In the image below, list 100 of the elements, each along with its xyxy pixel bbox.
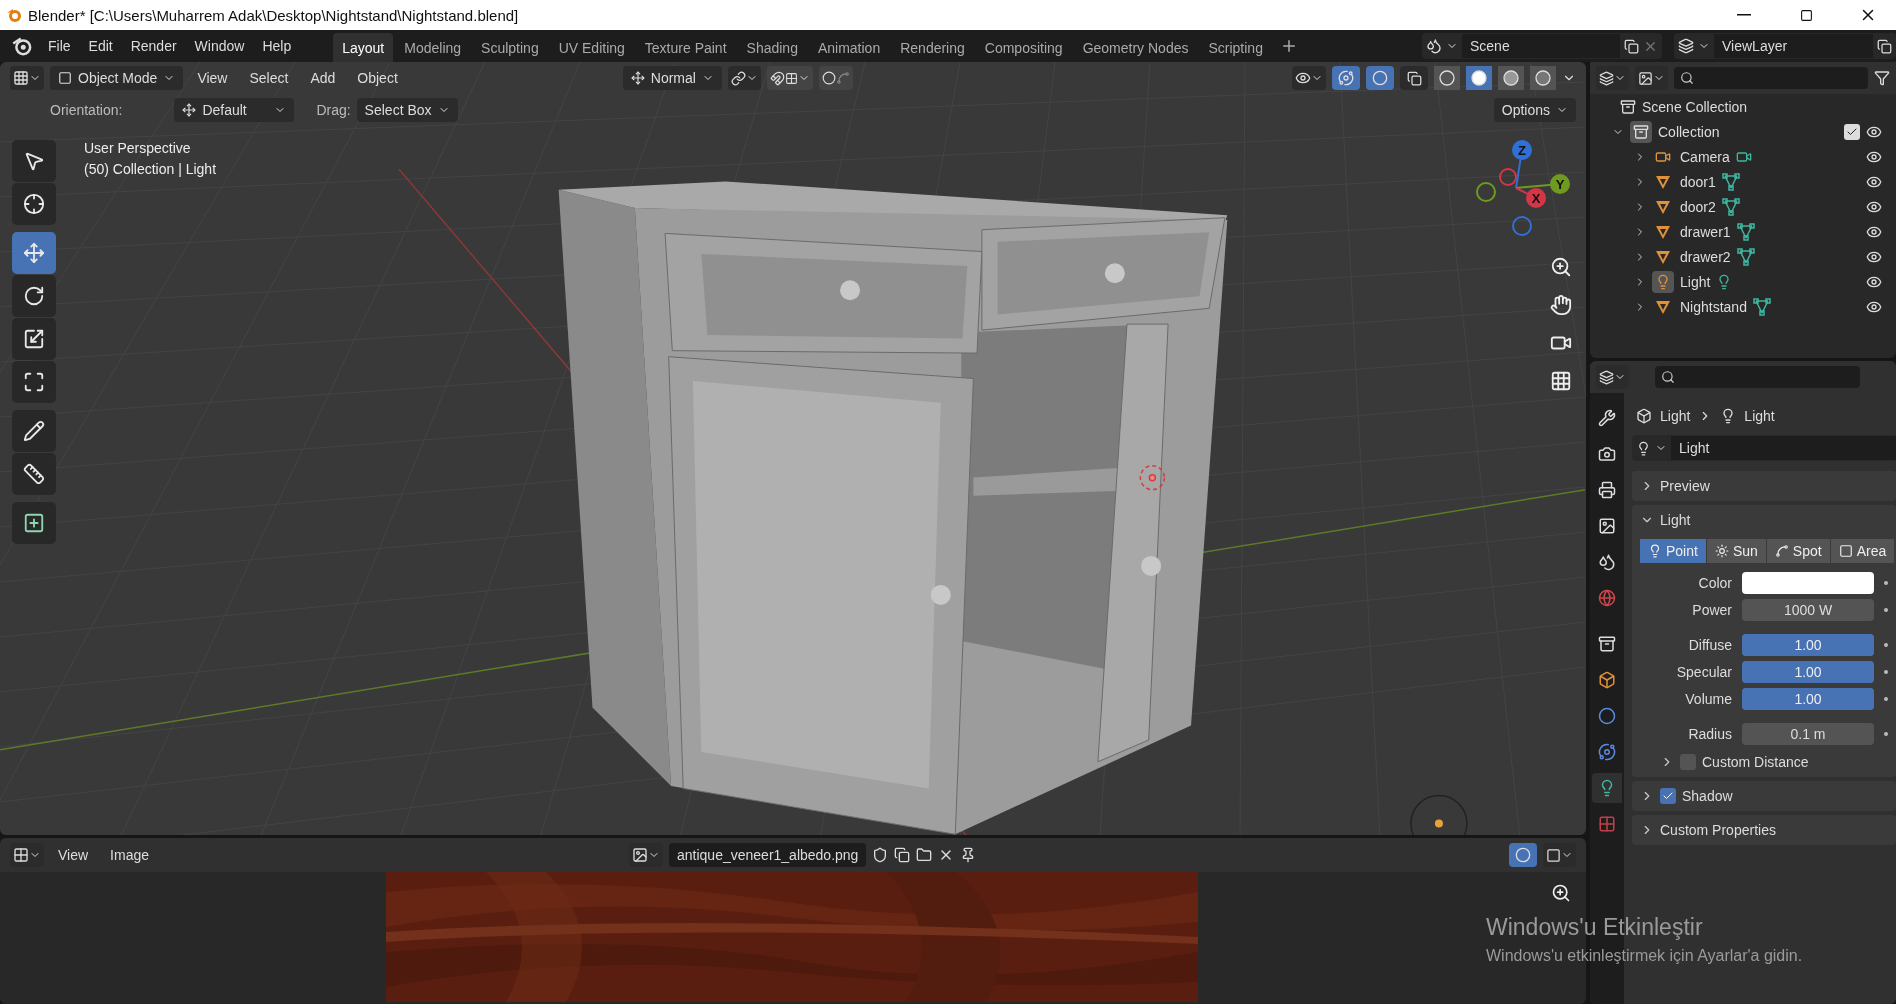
menu-item[interactable]: File bbox=[40, 34, 79, 58]
filter-image-button[interactable] bbox=[1635, 66, 1668, 90]
slider-field[interactable]: 1.00 bbox=[1742, 633, 1874, 656]
slider-field[interactable]: 1.00 bbox=[1742, 660, 1874, 683]
checkbox[interactable] bbox=[1680, 754, 1696, 770]
transform-orientation-dropdown[interactable]: Normal bbox=[622, 66, 722, 90]
breadcrumb-item[interactable]: Light bbox=[1660, 408, 1691, 424]
xray-button[interactable] bbox=[1400, 66, 1428, 90]
menu-item[interactable]: Select bbox=[241, 67, 297, 89]
tool-button[interactable] bbox=[12, 183, 56, 225]
workspace-tab[interactable]: Geometry Nodes bbox=[1073, 33, 1198, 63]
workspace-tab[interactable]: Texture Paint bbox=[635, 33, 736, 63]
overlay-toggle[interactable] bbox=[1509, 843, 1537, 867]
workspace-tab[interactable]: Shading bbox=[737, 33, 807, 63]
visibility-button[interactable] bbox=[1292, 66, 1326, 90]
tree-item[interactable]: door1 bbox=[1680, 173, 1716, 190]
workspace-tab[interactable]: Modeling bbox=[395, 33, 471, 63]
tree-item[interactable]: Light bbox=[1680, 273, 1711, 290]
tree-item[interactable]: Collection bbox=[1658, 123, 1720, 140]
keyframe-dot-icon[interactable] bbox=[1884, 580, 1888, 585]
datablock-name-field[interactable]: Light bbox=[1671, 436, 1896, 460]
negative-axis-ring[interactable] bbox=[1499, 168, 1517, 186]
folder-icon[interactable] bbox=[916, 847, 933, 863]
tree-item[interactable]: drawer1 bbox=[1680, 223, 1731, 240]
workspace-tab[interactable]: UV Editing bbox=[549, 33, 634, 63]
search-field[interactable] bbox=[1655, 366, 1860, 388]
workspace-tab[interactable]: Sculpting bbox=[472, 33, 548, 63]
tree-item[interactable]: Scene Collection bbox=[1642, 98, 1748, 115]
keyframe-dot-icon[interactable] bbox=[1884, 669, 1888, 674]
menu-item[interactable]: View bbox=[189, 67, 236, 89]
menu-item[interactable]: Add bbox=[302, 67, 344, 89]
tool-button[interactable] bbox=[12, 502, 56, 544]
keyframe-dot-icon[interactable] bbox=[1884, 731, 1888, 736]
copy-icon[interactable] bbox=[894, 847, 911, 863]
shield-icon[interactable] bbox=[872, 847, 889, 863]
negative-axis-ring[interactable] bbox=[1512, 216, 1532, 236]
drag-dropdown[interactable]: Select Box bbox=[356, 98, 458, 122]
menu-item[interactable]: Window bbox=[186, 34, 253, 58]
tool-button[interactable] bbox=[12, 318, 56, 360]
light-type-button[interactable]: Sun bbox=[1706, 539, 1767, 563]
snap-button[interactable] bbox=[766, 66, 813, 90]
lightbulb-icon[interactable] bbox=[1636, 440, 1651, 456]
pivot-button[interactable] bbox=[727, 66, 761, 90]
filter-icon[interactable] bbox=[1874, 70, 1890, 86]
gizmo-toggle[interactable] bbox=[1332, 66, 1360, 90]
display-mode-button[interactable] bbox=[1543, 843, 1576, 867]
color-swatch[interactable] bbox=[1742, 571, 1874, 594]
checkbox[interactable] bbox=[1660, 788, 1676, 804]
menu-item[interactable]: Object bbox=[349, 67, 406, 89]
negative-axis-ring[interactable] bbox=[1476, 182, 1496, 202]
tree-item[interactable]: Camera bbox=[1680, 148, 1730, 165]
breadcrumb-item[interactable]: Light bbox=[1744, 408, 1775, 424]
panel-title[interactable]: Shadow bbox=[1682, 788, 1733, 804]
search-field[interactable] bbox=[1674, 67, 1868, 89]
options-dropdown[interactable]: Options bbox=[1493, 98, 1576, 122]
tree-item[interactable]: Nightstand bbox=[1680, 298, 1747, 315]
tool-button[interactable] bbox=[12, 361, 56, 403]
blender-logo-icon[interactable] bbox=[12, 36, 32, 56]
workspace-tab[interactable]: Scripting bbox=[1199, 33, 1272, 63]
light-type-button[interactable]: Area bbox=[1830, 539, 1896, 563]
image-browse-button[interactable] bbox=[629, 843, 663, 867]
light-type-button[interactable]: Point bbox=[1640, 539, 1707, 563]
menu-item[interactable]: Render bbox=[122, 34, 185, 58]
workspace-tab[interactable]: Rendering bbox=[891, 33, 974, 63]
display-mode-button[interactable] bbox=[1596, 66, 1629, 90]
shading-button[interactable] bbox=[1434, 66, 1460, 90]
workspace-tab[interactable]: Compositing bbox=[975, 33, 1072, 63]
keyframe-dot-icon[interactable] bbox=[1884, 642, 1888, 647]
keyframe-dot-icon[interactable] bbox=[1884, 607, 1888, 612]
workspace-tab[interactable]: Layout bbox=[333, 33, 394, 63]
panel-title[interactable]: Custom Properties bbox=[1660, 822, 1776, 838]
shading-button[interactable] bbox=[1466, 66, 1492, 90]
scene-selector[interactable]: Scene bbox=[1422, 33, 1662, 59]
view-layer-selector[interactable]: ViewLayer bbox=[1674, 33, 1896, 59]
checkbox[interactable] bbox=[1844, 123, 1860, 140]
subpanel-title[interactable]: Custom Distance bbox=[1702, 754, 1809, 770]
overlay-toggle[interactable] bbox=[1366, 66, 1394, 90]
workspace-tab[interactable]: Animation bbox=[808, 33, 890, 63]
image-name-field[interactable]: antique_veneer1_albedo.png bbox=[669, 843, 867, 867]
properties-tab[interactable] bbox=[1592, 773, 1622, 803]
slider-field[interactable]: 1.00 bbox=[1742, 687, 1874, 710]
editor-type-button[interactable] bbox=[10, 66, 44, 90]
number-field[interactable]: 0.1 m bbox=[1742, 722, 1874, 745]
tool-button[interactable] bbox=[12, 275, 56, 317]
number-field[interactable]: 1000 W bbox=[1742, 598, 1874, 621]
editor-type-button[interactable] bbox=[1596, 365, 1629, 389]
proportional-edit-button[interactable] bbox=[818, 66, 853, 90]
shading-button[interactable] bbox=[1530, 66, 1556, 90]
mode-dropdown[interactable]: Object Mode bbox=[50, 66, 184, 90]
menu-item[interactable]: Edit bbox=[80, 34, 121, 58]
panel-title[interactable]: Light bbox=[1660, 512, 1691, 528]
editor-type-button[interactable] bbox=[10, 843, 44, 867]
menu-item[interactable]: View bbox=[50, 844, 97, 866]
panel-title[interactable]: Preview bbox=[1660, 478, 1710, 494]
tool-button[interactable] bbox=[12, 410, 56, 452]
keyframe-dot-icon[interactable] bbox=[1884, 696, 1888, 701]
tree-item[interactable]: drawer2 bbox=[1680, 248, 1731, 265]
axis-handle[interactable]: Z bbox=[1512, 140, 1532, 189]
tool-button[interactable] bbox=[12, 453, 56, 495]
menu-item[interactable]: Image bbox=[102, 844, 157, 866]
